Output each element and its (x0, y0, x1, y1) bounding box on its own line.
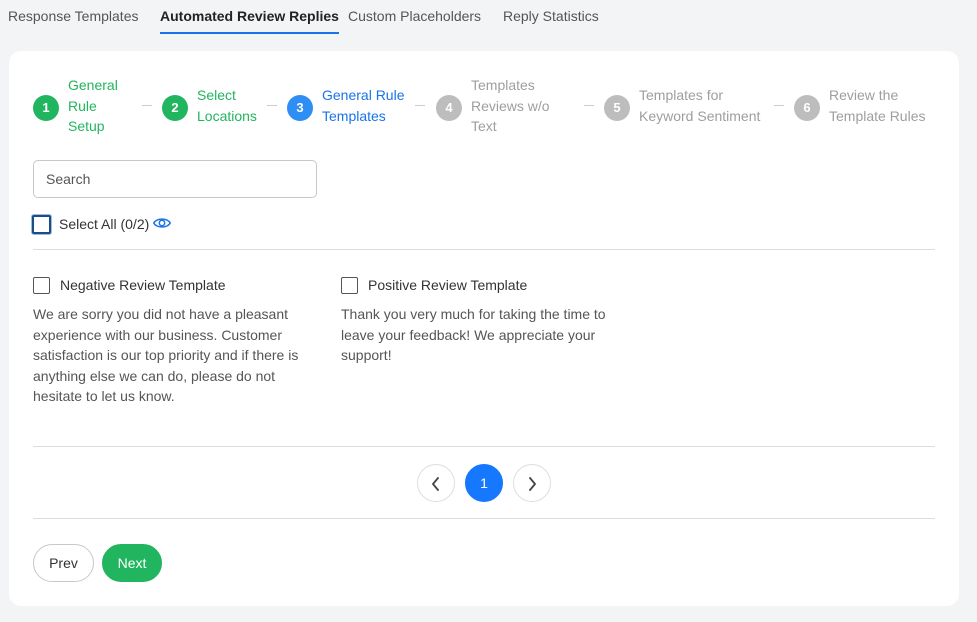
step-label: Review the Template Rules (829, 87, 926, 124)
step-label: Templates for Keyword Sentiment (639, 87, 761, 124)
prev-page-button[interactable] (417, 464, 455, 502)
next-page-button[interactable] (513, 464, 551, 502)
step-connector (584, 105, 594, 106)
divider (33, 249, 935, 250)
tab-custom-placeholders[interactable]: Custom Placeholders (348, 8, 481, 34)
step-connector (774, 105, 784, 106)
step-number: 2 (162, 95, 188, 121)
step-number: 5 (604, 95, 630, 121)
divider (33, 446, 935, 447)
eye-icon[interactable] (153, 216, 171, 230)
chevron-right-icon (529, 477, 536, 491)
positive-template-checkbox[interactable] (341, 277, 358, 294)
wizard-card: 1 General Rule Setup 2 Select Locations … (9, 51, 959, 606)
step-number: 4 (436, 95, 462, 121)
negative-template-checkbox[interactable] (33, 277, 50, 294)
select-all-checkbox[interactable] (32, 215, 51, 234)
step-label: General Rule Setup (68, 77, 118, 134)
positive-template-title: Positive Review Template (368, 277, 528, 293)
tab-automated-review-replies[interactable]: Automated Review Replies (160, 8, 339, 34)
step-number: 3 (287, 95, 313, 121)
step-label: Templates Reviews w/o Text (471, 77, 550, 134)
tab-response-templates[interactable]: Response Templates (8, 8, 138, 34)
step-label: General Rule Templates (322, 87, 405, 124)
step-connector (142, 105, 152, 106)
tab-bar: Response Templates Automated Review Repl… (0, 0, 977, 34)
negative-template-title: Negative Review Template (60, 277, 226, 293)
select-all-label: Select All (0/2) (59, 216, 150, 232)
next-button[interactable]: Next (102, 544, 162, 582)
step-connector (267, 105, 277, 106)
prev-button[interactable]: Prev (33, 544, 94, 582)
step-label: Select Locations (197, 87, 257, 124)
divider (33, 518, 935, 519)
page-number-button[interactable]: 1 (465, 464, 503, 502)
step-number: 6 (794, 95, 820, 121)
step-number: 1 (33, 95, 59, 121)
negative-template-body: We are sorry you did not have a pleasant… (33, 306, 299, 404)
chevron-left-icon (432, 477, 439, 491)
tab-reply-statistics[interactable]: Reply Statistics (503, 8, 599, 34)
positive-template-body: Thank you very much for taking the time … (341, 306, 606, 363)
search-input[interactable] (33, 160, 317, 198)
step-connector (415, 105, 425, 106)
